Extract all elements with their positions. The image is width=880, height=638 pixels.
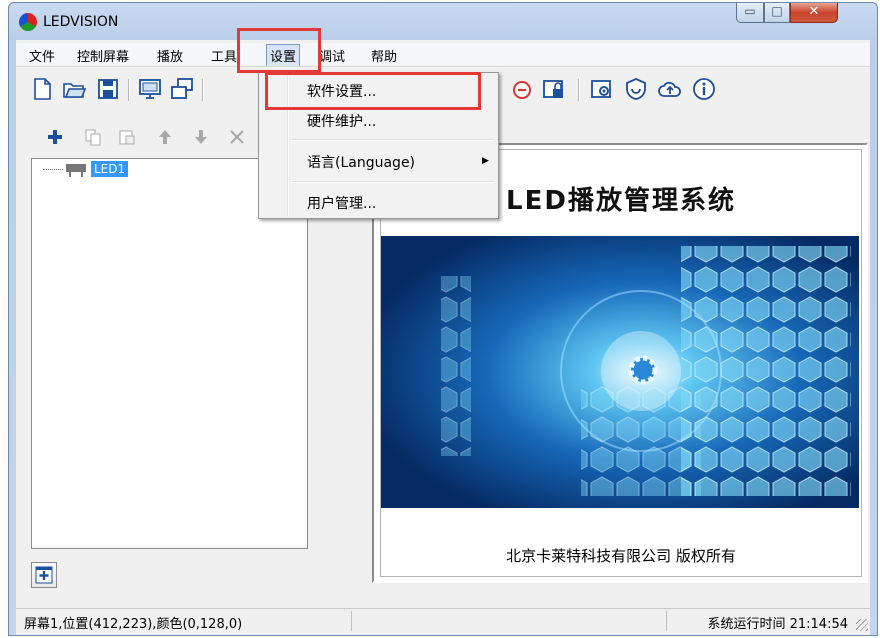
menu-help[interactable]: 帮助: [368, 45, 400, 66]
maximize-button[interactable]: □: [764, 3, 790, 23]
tree-item-led1[interactable]: LED1: [91, 161, 129, 177]
minimize-icon: ▭: [744, 4, 756, 18]
status-cursor-info: 屏幕1,位置(412,223),颜色(0,128,0): [24, 617, 243, 632]
windows-icon[interactable]: [170, 77, 194, 101]
status-bar: 屏幕1,位置(412,223),颜色(0,128,0) 系统运行时间 21:14…: [16, 608, 870, 633]
status-runtime: 系统运行时间 21:14:54: [707, 617, 848, 632]
minimize-button[interactable]: ▭: [736, 3, 764, 23]
down-arrow-icon[interactable]: [192, 128, 210, 146]
settings-icon[interactable]: [590, 77, 614, 101]
new-file-icon[interactable]: [30, 77, 54, 101]
add-screen-icon: [35, 566, 53, 584]
up-arrow-icon[interactable]: [156, 128, 174, 146]
menu-bar: 文件 控制屏幕 播放 工具 设置 调试 帮助: [16, 43, 870, 67]
menu-control-screen[interactable]: 控制屏幕: [74, 45, 132, 66]
info-icon[interactable]: [692, 77, 716, 101]
menu-tools[interactable]: 工具: [208, 45, 240, 66]
submenu-arrow-icon: ▶: [482, 156, 489, 166]
title-bar[interactable]: LEDVISION ▭ □ ✕: [9, 3, 877, 39]
app-logo-icon: [19, 13, 37, 31]
close-button[interactable]: ✕: [790, 3, 838, 23]
paste-icon[interactable]: [118, 128, 136, 146]
shield-icon[interactable]: [624, 77, 648, 101]
add-icon[interactable]: [46, 128, 64, 146]
led-screen-icon: [66, 164, 86, 177]
cloud-icon[interactable]: [658, 77, 682, 101]
save-icon[interactable]: [96, 77, 120, 101]
highlight-settings-menu: [237, 28, 321, 73]
window-title: LEDVISION: [43, 14, 119, 30]
highlight-software-settings: [265, 72, 481, 110]
add-screen-button[interactable]: [31, 562, 57, 588]
close-icon: ✕: [808, 4, 820, 19]
menu-play[interactable]: 播放: [154, 45, 186, 66]
menu-file[interactable]: 文件: [26, 45, 58, 66]
resize-grip[interactable]: [856, 619, 868, 631]
tree-connector: [43, 169, 63, 170]
lock-icon[interactable]: [542, 77, 566, 101]
menu-item-language[interactable]: 语言(Language): [307, 152, 415, 172]
menu-item-user-management[interactable]: 用户管理...: [307, 193, 376, 213]
delete-icon[interactable]: [228, 128, 246, 146]
stop-icon[interactable]: [510, 77, 534, 101]
menu-item-hardware-maintenance[interactable]: 硬件维护...: [307, 111, 376, 131]
copy-icon[interactable]: [84, 128, 102, 146]
maximize-icon: □: [771, 4, 783, 18]
splash-image: [381, 236, 859, 508]
open-folder-icon[interactable]: [62, 77, 86, 101]
monitor-icon[interactable]: [138, 77, 162, 101]
copyright-text: 北京卡莱特科技有限公司 版权所有: [506, 547, 736, 565]
